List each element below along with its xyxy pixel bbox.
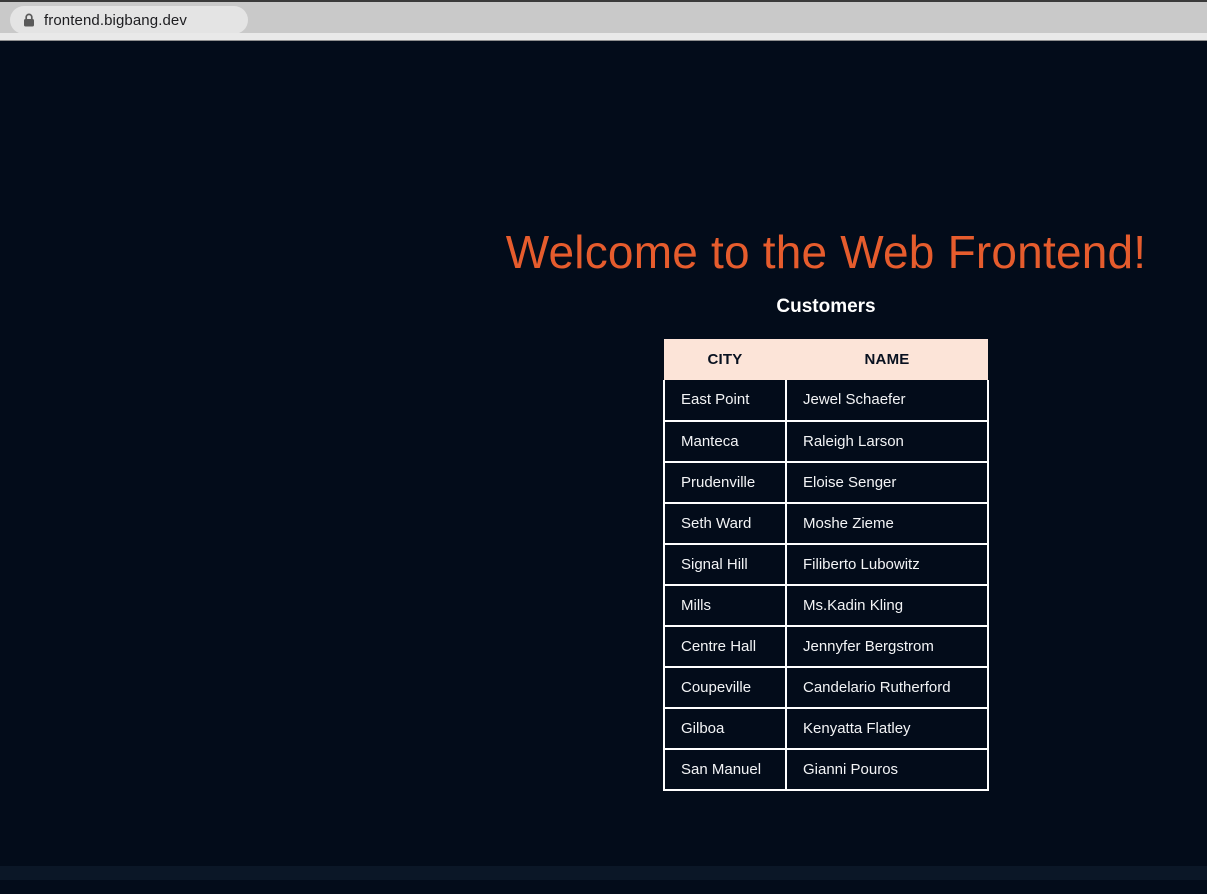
table-row: MillsMs.Kadin Kling	[664, 585, 988, 626]
customers-heading: Customers	[476, 296, 1176, 318]
page-title: Welcome to the Web Frontend!	[476, 226, 1176, 279]
table-row: Signal HillFiliberto Lubowitz	[664, 544, 988, 585]
cell-city: Mills	[664, 585, 786, 626]
table-row: CoupevilleCandelario Rutherford	[664, 667, 988, 708]
cell-city: Centre Hall	[664, 626, 786, 667]
table-row: San ManuelGianni Pouros	[664, 749, 988, 790]
cell-name: Kenyatta Flatley	[786, 708, 988, 749]
content-container: Welcome to the Web Frontend! Customers C…	[476, 42, 1176, 791]
table-row: GilboaKenyatta Flatley	[664, 708, 988, 749]
toolbar-bottom-strip	[0, 33, 1207, 40]
table-row: East PointJewel Schaefer	[664, 380, 988, 421]
column-header-city: CITY	[664, 339, 786, 380]
table-header-row: CITY NAME	[664, 339, 988, 380]
cell-city: Signal Hill	[664, 544, 786, 585]
browser-toolbar: frontend.bigbang.dev	[0, 0, 1207, 41]
horizontal-scrollbar[interactable]	[0, 866, 1207, 880]
cell-city: Coupeville	[664, 667, 786, 708]
table-row: MantecaRaleigh Larson	[664, 421, 988, 462]
cell-city: Prudenville	[664, 462, 786, 503]
cell-city: Manteca	[664, 421, 786, 462]
url-bar[interactable]: frontend.bigbang.dev	[10, 6, 248, 34]
cell-city: San Manuel	[664, 749, 786, 790]
table-row: PrudenvilleEloise Senger	[664, 462, 988, 503]
cell-name: Raleigh Larson	[786, 421, 988, 462]
cell-name: Gianni Pouros	[786, 749, 988, 790]
column-header-name: NAME	[786, 339, 988, 380]
lock-icon	[23, 13, 35, 27]
cell-city: Seth Ward	[664, 503, 786, 544]
cell-name: Ms.Kadin Kling	[786, 585, 988, 626]
cell-name: Moshe Zieme	[786, 503, 988, 544]
cell-name: Jennyfer Bergstrom	[786, 626, 988, 667]
table-row: Seth WardMoshe Zieme	[664, 503, 988, 544]
cell-name: Candelario Rutherford	[786, 667, 988, 708]
table-row: Centre HallJennyfer Bergstrom	[664, 626, 988, 667]
customers-table: CITY NAME East PointJewel SchaeferMantec…	[663, 339, 989, 791]
cell-name: Filiberto Lubowitz	[786, 544, 988, 585]
cell-city: Gilboa	[664, 708, 786, 749]
cell-name: Eloise Senger	[786, 462, 988, 503]
url-text[interactable]: frontend.bigbang.dev	[44, 12, 187, 29]
cell-city: East Point	[664, 380, 786, 421]
web-page: Welcome to the Web Frontend! Customers C…	[0, 42, 1207, 880]
cell-name: Jewel Schaefer	[786, 380, 988, 421]
